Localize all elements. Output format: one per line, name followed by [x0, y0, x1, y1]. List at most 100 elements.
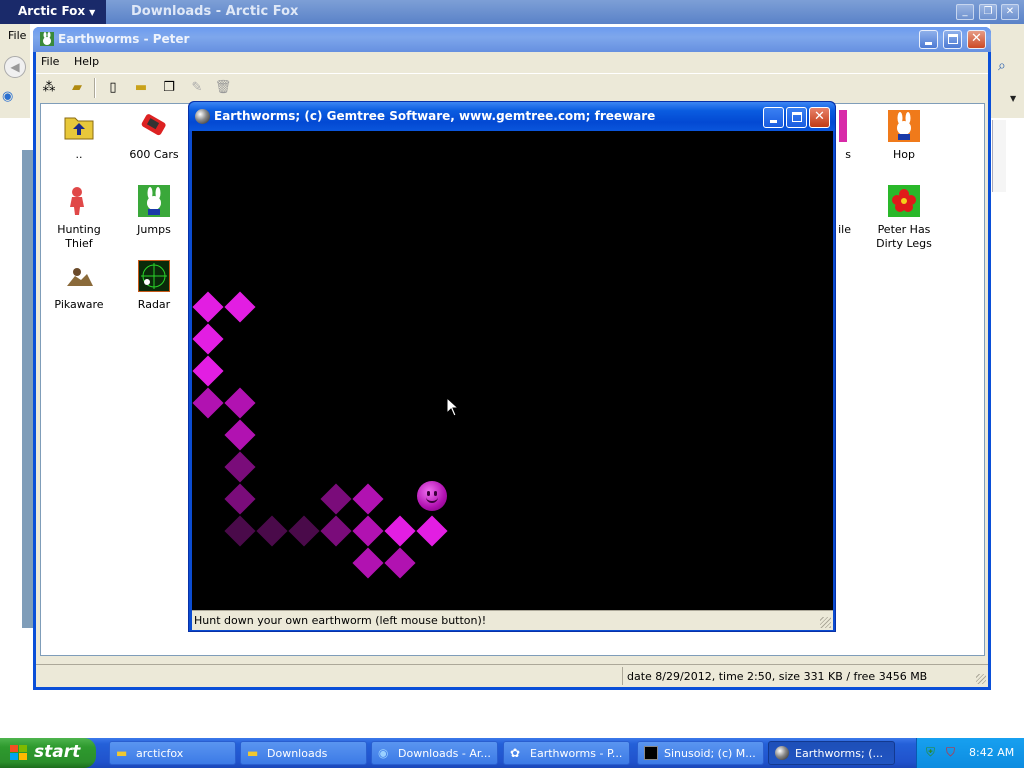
- explorer-close-button[interactable]: ✕: [967, 30, 986, 49]
- task-label: arcticfox: [136, 747, 184, 760]
- resize-grip-icon[interactable]: [976, 674, 986, 684]
- explorer-statusbar: date 8/29/2012, time 2:50, size 331 KB /…: [36, 664, 988, 686]
- earthworm-segment: [192, 387, 224, 419]
- partial-icon: [839, 185, 847, 217]
- search-icon[interactable]: ⌕: [998, 58, 1006, 74]
- game-close-button[interactable]: ✕: [809, 107, 830, 128]
- earthworm-segment: [352, 483, 384, 515]
- close-icon: ✕: [814, 109, 825, 124]
- pikaware-icon: [67, 268, 93, 286]
- taskbar: start ▬ arcticfox ▬ Downloads ◉ Download…: [0, 738, 1024, 768]
- earthworm-segment: [288, 515, 320, 547]
- minimize-icon: [770, 120, 777, 123]
- file-label: ..: [75, 148, 83, 161]
- maximize-icon: [948, 34, 958, 44]
- earthworm-segment: [224, 419, 256, 451]
- ball-icon: [195, 109, 210, 124]
- network-icon[interactable]: ⛨: [923, 745, 938, 760]
- delete-icon: 🗑: [214, 80, 232, 95]
- browser-icon: ◉: [378, 746, 389, 760]
- earthworm-segment: [224, 387, 256, 419]
- bunny-icon: [40, 32, 54, 46]
- system-tray: ⛨ ⛉ 8:42 AM: [916, 738, 1024, 768]
- car-icon: [141, 114, 166, 136]
- copy-icon[interactable]: ❐: [160, 79, 178, 97]
- new-file-icon[interactable]: ▯: [104, 79, 122, 97]
- earthworm-segment: [256, 515, 288, 547]
- file-label: Peter Has Dirty Legs: [876, 223, 932, 250]
- earthworm-segment: [352, 515, 384, 547]
- mouse-cursor-icon: [446, 397, 460, 417]
- start-button[interactable]: start: [0, 738, 96, 768]
- file-item-600-cars[interactable]: 600 Cars: [118, 110, 190, 162]
- open-folder-icon[interactable]: ▰: [68, 79, 86, 97]
- chevron-down-icon[interactable]: ▼: [1010, 94, 1016, 103]
- task-earthworms-peter[interactable]: ✿ Earthworms - P...: [503, 741, 630, 765]
- file-item-radar[interactable]: Radar: [118, 260, 190, 312]
- task-sinusoid[interactable]: Sinusoid; (c) M...: [637, 741, 764, 765]
- browser-menu-button[interactable]: Arctic Fox ▼: [0, 0, 106, 24]
- new-folder-icon[interactable]: ▬: [132, 79, 150, 97]
- browser-maximize-button[interactable]: ❐: [979, 4, 997, 20]
- game-titlebar[interactable]: Earthworms; (c) Gemtree Software, www.ge…: [189, 102, 835, 131]
- clock: 8:42 AM: [969, 746, 1015, 759]
- task-label: Earthworms - P...: [530, 747, 623, 760]
- app-icon: [644, 746, 658, 760]
- start-label: start: [34, 742, 81, 762]
- earthworm-segment: [224, 515, 256, 547]
- file-item-jumps[interactable]: Jumps: [118, 185, 190, 237]
- close-icon: ✕: [971, 31, 982, 46]
- game-canvas[interactable]: [192, 131, 833, 610]
- edit-icon: ✎: [191, 80, 203, 95]
- earthworm-segment: [352, 547, 384, 579]
- task-label: Downloads - Ar...: [398, 747, 491, 760]
- menu-help[interactable]: Help: [74, 55, 99, 68]
- earthworm-segment: [320, 483, 352, 515]
- task-earthworms-game[interactable]: Earthworms; (...: [768, 741, 895, 765]
- browser-close-button[interactable]: ✕: [1001, 4, 1019, 20]
- resize-grip-icon[interactable]: [820, 617, 831, 628]
- earthworm-segment: [416, 515, 448, 547]
- tree-view-icon[interactable]: ⁂: [40, 79, 58, 97]
- browser-menu-label: Arctic Fox: [18, 4, 86, 18]
- browser-scroll-edge: [992, 120, 1006, 192]
- file-item-peter-has-dirty-legs[interactable]: Peter Has Dirty Legs: [868, 185, 940, 251]
- file-item-hunting-thief[interactable]: Hunting Thief: [43, 185, 115, 251]
- game-maximize-button[interactable]: [786, 107, 807, 128]
- task-label: Sinusoid; (c) M...: [664, 747, 756, 760]
- explorer-minimize-button[interactable]: [919, 30, 938, 49]
- earthworm-head[interactable]: [417, 481, 447, 511]
- earthworm-segment: [384, 547, 416, 579]
- file-item-parent[interactable]: ..: [43, 110, 115, 162]
- task-arcticfox[interactable]: ▬ arcticfox: [109, 741, 236, 765]
- browser-file-menu[interactable]: File: [8, 29, 26, 42]
- shield-icon[interactable]: ⛉: [943, 745, 958, 760]
- browser-minimize-button[interactable]: _: [956, 4, 974, 20]
- partial-icon: [839, 110, 847, 142]
- game-minimize-button[interactable]: [763, 107, 784, 128]
- folder-icon: ▬: [247, 746, 259, 760]
- file-item-pikaware[interactable]: Pikaware: [43, 260, 115, 312]
- flower-icon: [888, 185, 920, 217]
- earthworm-segment: [224, 451, 256, 483]
- ball-icon: [775, 746, 789, 760]
- menu-file[interactable]: File: [41, 55, 59, 68]
- task-label: Earthworms; (...: [795, 747, 883, 760]
- earthworm-segment: [224, 483, 256, 515]
- earthworm-segment: [192, 291, 224, 323]
- file-label: Hop: [893, 148, 915, 161]
- toolbar-separator: [94, 78, 96, 98]
- explorer-toolbar: ⁂ ▰ ▯ ▬ ❐ ✎ 🗑: [36, 73, 988, 101]
- earthworm-segment: [224, 291, 256, 323]
- task-downloads[interactable]: ▬ Downloads: [240, 741, 367, 765]
- game-status-text: Hunt down your own earthworm (left mouse…: [194, 614, 487, 627]
- task-downloads-browser[interactable]: ◉ Downloads - Ar...: [371, 741, 498, 765]
- file-label: Hunting Thief: [57, 223, 101, 250]
- file-item-hop[interactable]: Hop: [868, 110, 940, 162]
- task-label: Downloads: [267, 747, 328, 760]
- explorer-maximize-button[interactable]: [943, 30, 962, 49]
- back-arrow-icon[interactable]: ◀: [4, 56, 26, 78]
- explorer-titlebar[interactable]: Earthworms - Peter ✕: [33, 27, 991, 52]
- earthworm-segment: [320, 515, 352, 547]
- browser-icon[interactable]: ◉: [2, 89, 20, 107]
